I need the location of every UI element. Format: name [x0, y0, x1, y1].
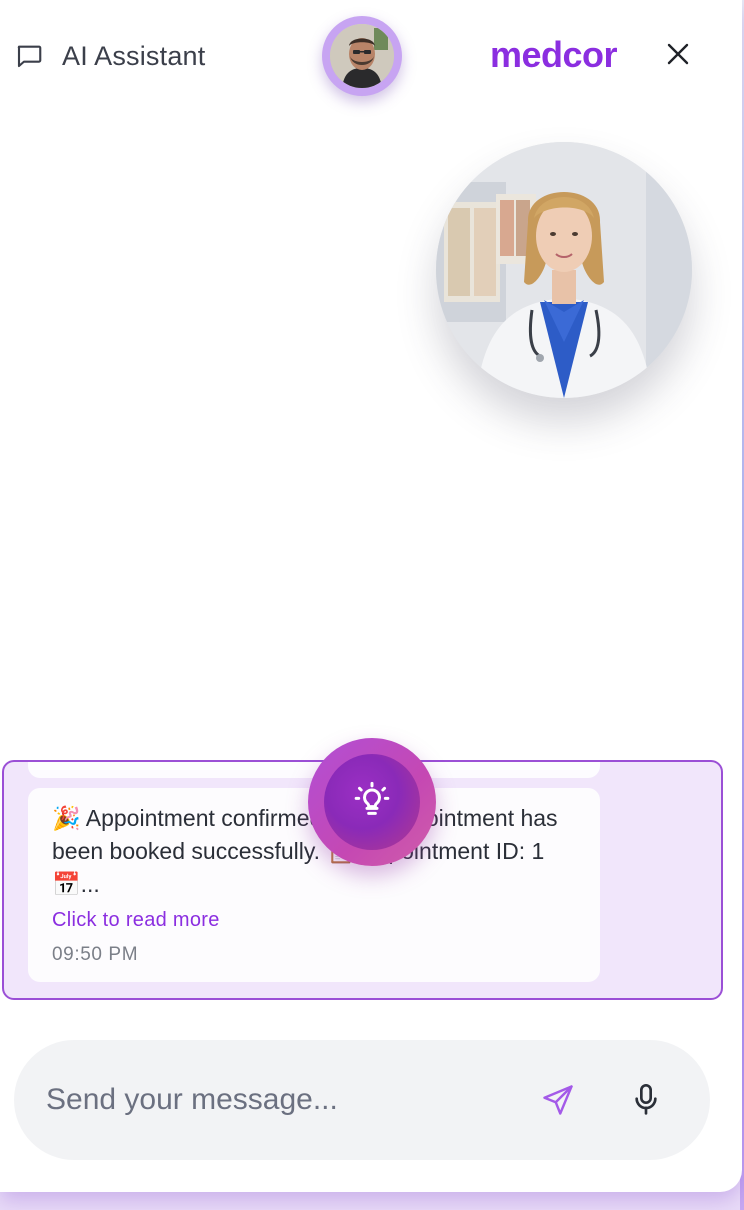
user-avatar[interactable] [322, 16, 402, 96]
header-title-group: AI Assistant [14, 38, 205, 74]
close-icon [666, 42, 690, 71]
message-timestamp: 09:50 PM [52, 944, 139, 965]
chat-panel: AI Assistant medcor 🎉 Appointment confir… [0, 0, 742, 1192]
assistant-title: AI Assistant [62, 40, 206, 71]
suggestions-button[interactable] [308, 738, 436, 866]
send-button[interactable] [540, 1082, 576, 1118]
close-button[interactable] [660, 38, 696, 74]
user-avatar-photo [330, 24, 394, 88]
microphone-icon [630, 1084, 662, 1122]
send-icon [540, 1085, 576, 1122]
lightbulb-icon [352, 780, 392, 825]
message-input[interactable] [46, 1074, 516, 1126]
doctor-avatar-video [436, 142, 692, 398]
read-more-link[interactable]: Click to read more [52, 909, 578, 932]
suggestions-button-inner [324, 754, 420, 850]
message-composer [14, 1040, 710, 1160]
brand-logo: medcor [490, 34, 618, 75]
message-square-icon [14, 41, 44, 71]
microphone-button[interactable] [630, 1082, 662, 1118]
